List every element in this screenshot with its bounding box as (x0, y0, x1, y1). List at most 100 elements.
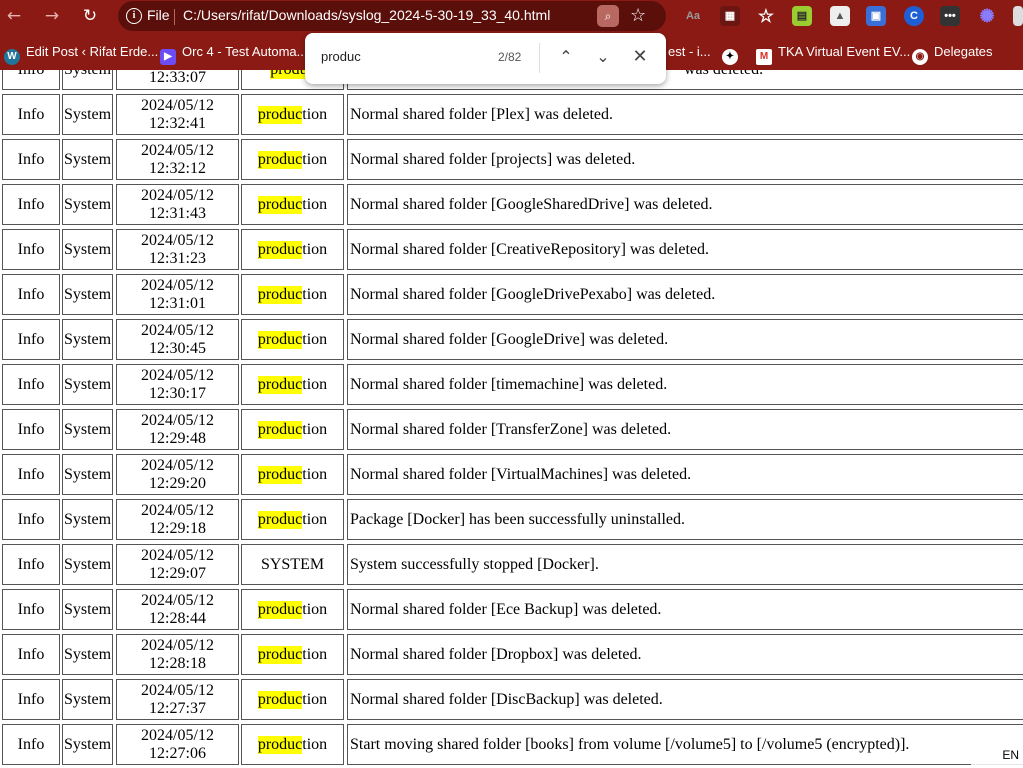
chrome-extension-icon[interactable]: C (904, 6, 924, 26)
date-text: 2024/05/12 (141, 411, 214, 429)
more-extension-icon[interactable] (1013, 6, 1023, 26)
back-arrow-icon[interactable]: ← (2, 4, 26, 28)
category-cell: System (62, 679, 113, 720)
table-row: Info System 2024/05/12 12:31:01 produc tion No… (0, 274, 1023, 319)
address-bar[interactable]: i File C:/Users/rifat/Downloads/syslog_2… (118, 1, 666, 31)
time-text: 12:33:07 (149, 70, 206, 86)
user-text-rest: tion (302, 600, 328, 618)
date-text: 2024/05/12 (141, 501, 214, 519)
time-text: 12:32:41 (149, 114, 206, 132)
reload-icon[interactable]: ↻ (78, 4, 102, 28)
date-text: 2024/05/12 (141, 681, 214, 699)
user-cell: produc tion (241, 319, 344, 360)
bookmark-item[interactable]: W Edit Post ‹ Rifat Erde... (4, 42, 158, 65)
find-highlight: produc (257, 375, 303, 394)
user-cell: SYSTEM (241, 544, 344, 585)
globe-icon: ◉ (912, 49, 928, 65)
forward-arrow-icon[interactable]: → (40, 4, 64, 28)
timestamp-cell: 2024/05/12 12:31:23 (116, 229, 239, 270)
wordpress-icon: W (4, 49, 20, 65)
image-extension-icon[interactable]: ▲ (830, 6, 850, 26)
table-row: Info System 2024/05/12 12:28:44 produc tion No… (0, 589, 1023, 634)
date-text: 2024/05/12 (141, 141, 214, 159)
time-text: 12:29:48 (149, 429, 206, 447)
user-text-rest: tion (302, 240, 328, 258)
category-cell: System (62, 499, 113, 540)
gear-extension-icon[interactable]: ✺ (977, 6, 997, 26)
bookmark-item[interactable]: ✦ (722, 42, 744, 65)
category-cell: System (62, 544, 113, 585)
time-text: 12:31:01 (149, 294, 206, 312)
timestamp-cell: 2024/05/12 12:31:01 (116, 274, 239, 315)
time-text: 12:27:06 (149, 744, 206, 762)
timestamp-cell: 2024/05/12 12:29:07 (116, 544, 239, 585)
event-cell: Normal shared folder [Plex] was deleted. (347, 94, 1023, 135)
level-cell: Info (2, 70, 60, 90)
find-highlight: produc (257, 735, 303, 754)
site-info-icon[interactable]: i (126, 8, 142, 24)
date-text: 2024/05/12 (141, 456, 214, 474)
bookmark-item[interactable]: est - i... (668, 42, 711, 62)
time-text: 12:27:37 (149, 699, 206, 717)
date-text: 2024/05/12 (141, 636, 214, 654)
date-text: 2024/05/12 (141, 546, 214, 564)
timestamp-cell: 2024/05/12 12:32:41 (116, 94, 239, 135)
android-extension-icon[interactable]: ▤ (792, 6, 812, 26)
time-text: 12:30:45 (149, 339, 206, 357)
find-highlight: produc (257, 105, 303, 124)
time-text: 12:29:07 (149, 564, 206, 582)
level-cell: Info (2, 499, 60, 540)
level-cell: Info (2, 544, 60, 585)
scheme-label: File (147, 7, 170, 23)
time-text: 12:32:12 (149, 159, 206, 177)
dots-extension-icon[interactable]: ••• (940, 6, 960, 26)
find-input[interactable]: produc (321, 49, 361, 64)
timestamp-cell: 2024/05/12 12:29:20 (116, 454, 239, 495)
table-row: Info System 2024/05/12 12:29:18 produc tion Pa… (0, 499, 1023, 544)
level-cell: Info (2, 274, 60, 315)
bookmark-item[interactable]: ▶ Orc 4 - Test Automa... (160, 42, 307, 65)
category-cell: System (62, 319, 113, 360)
bookmark-label: TKA Virtual Event EV... (778, 44, 911, 59)
user-text-rest: tion (302, 285, 328, 303)
category-cell: System (62, 364, 113, 405)
find-next-icon[interactable]: ⌄ (591, 45, 615, 69)
user-cell: produc tion (241, 139, 344, 180)
level-cell: Info (2, 589, 60, 630)
date-text: 2024/05/12 (141, 726, 214, 744)
user-cell: produc tion (241, 274, 344, 315)
browser-toolbar: ← → ↻ i File C:/Users/rifat/Downloads/sy… (0, 0, 1023, 32)
event-cell: Normal shared folder [GoogleDrive] was d… (347, 319, 1023, 360)
user-cell: produc tion (241, 499, 344, 540)
date-text: 2024/05/12 (141, 366, 214, 384)
time-text: 12:28:18 (149, 654, 206, 672)
favorites-extension-icon[interactable]: ☆ (756, 6, 776, 26)
find-highlight: produc (257, 510, 303, 529)
find-previous-icon[interactable]: ⌃ (554, 45, 578, 69)
date-text: 2024/05/12 (141, 276, 214, 294)
date-text: 2024/05/12 (141, 186, 214, 204)
tab-group-extension-icon[interactable]: ▣ (866, 6, 886, 26)
bookmark-item[interactable]: ◉ Delegates (912, 42, 993, 65)
event-cell: Normal shared folder [Dropbox] was delet… (347, 634, 1023, 675)
timestamp-cell: 2024/05/12 12:31:43 (116, 184, 239, 225)
category-cell: System (62, 94, 113, 135)
event-cell: Normal shared folder [GoogleSharedDrive]… (347, 184, 1023, 225)
bookmark-item[interactable]: M TKA Virtual Event EV... (756, 42, 911, 65)
find-in-page-icon[interactable]: ⌕ (597, 5, 619, 27)
level-cell: Info (2, 139, 60, 180)
user-text-rest: tion (302, 735, 328, 753)
bookmark-star-icon[interactable]: ☆ (630, 4, 646, 28)
time-text: 12:29:20 (149, 474, 206, 492)
user-text-rest: tion (302, 645, 328, 663)
screenshot-extension-icon[interactable]: ▦ (720, 6, 740, 26)
translate-extension-icon[interactable]: Aa (683, 6, 703, 26)
user-text-rest: tion (302, 690, 328, 708)
user-cell: produc tion (241, 634, 344, 675)
category-cell: System (62, 634, 113, 675)
level-cell: Info (2, 454, 60, 495)
find-close-icon[interactable]: ✕ (628, 45, 652, 69)
category-cell: System (62, 139, 113, 180)
event-cell: Normal shared folder [VirtualMachines] w… (347, 454, 1023, 495)
url-text[interactable]: C:/Users/rifat/Downloads/syslog_2024-5-3… (183, 7, 550, 23)
